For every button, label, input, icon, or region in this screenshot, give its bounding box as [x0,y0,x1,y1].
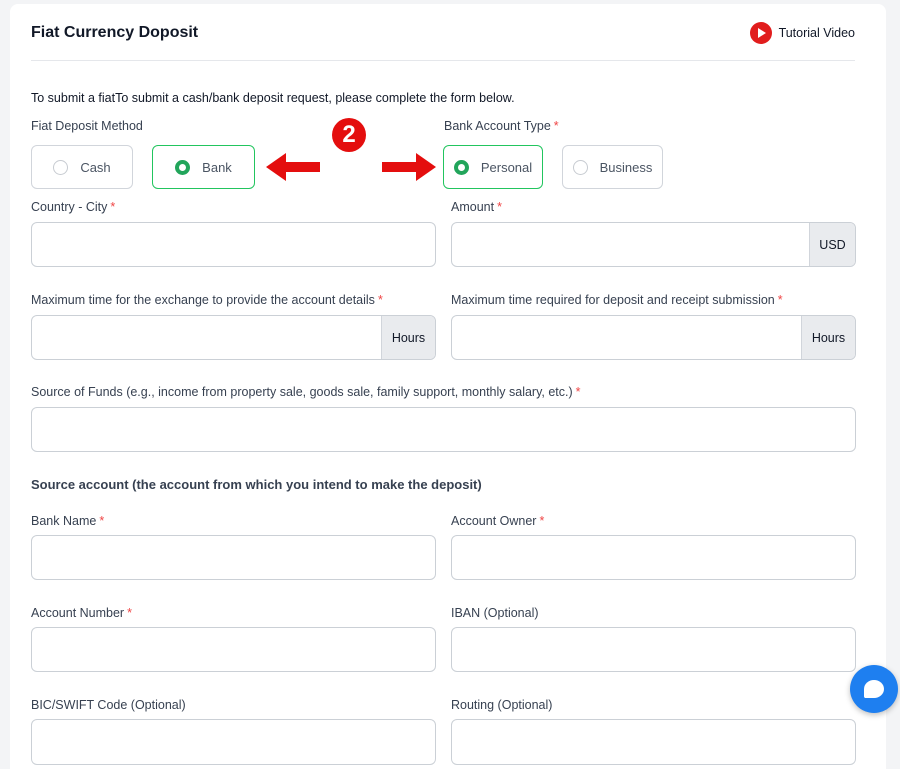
account-number-label: Account Number * [31,606,132,620]
source-of-funds-field[interactable] [31,407,856,452]
routing-label: Routing (Optional) [451,698,553,712]
required-mark: * [127,606,132,620]
deposit-time-suffix: Hours [801,316,855,359]
arrow-left-icon [266,153,320,181]
account-number-input[interactable] [32,628,435,671]
card-header: Fiat Currency Doposit Tutorial Video [31,4,855,61]
radio-dot-icon [53,159,69,175]
required-mark: * [539,514,545,528]
radio-dot-icon [453,159,469,175]
exchange-time-suffix: Hours [381,316,435,359]
arrow-right-icon [382,153,436,181]
required-mark: * [575,385,581,399]
country-city-label: Country - City * [31,200,115,214]
exchange-time-label: Maximum time for the exchange to provide… [31,293,383,307]
amount-field[interactable]: USD [451,222,856,267]
iban-field[interactable] [451,627,856,672]
account-owner-field[interactable] [451,535,856,580]
required-mark: * [377,293,383,307]
exchange-time-input[interactable] [32,316,381,359]
chat-bubble-icon [864,680,884,698]
deposit-time-label-text: Maximum time required for deposit and re… [451,293,775,307]
page-title: Fiat Currency Doposit [31,24,199,41]
account-type-label: Bank Account Type * [444,119,559,133]
country-city-field[interactable] [31,222,436,267]
account-number-label-text: Account Number [31,606,125,620]
exchange-time-label-text: Maximum time for the exchange to provide… [31,293,375,307]
tutorial-video-link[interactable]: Tutorial Video [749,22,855,44]
radio-personal-label: Personal [480,159,533,175]
source-of-funds-label: Source of Funds (e.g., income from prope… [31,385,581,399]
country-city-label-text: Country - City [31,200,108,214]
tutorial-video-label: Tutorial Video [778,26,855,40]
routing-input[interactable] [452,720,855,764]
radio-cash-label: Cash [80,159,111,175]
deposit-method-label: Fiat Deposit Method [31,119,143,133]
radio-bank[interactable]: Bank [152,145,255,189]
account-number-field[interactable] [31,627,436,672]
chat-button[interactable] [850,665,898,713]
bic-swift-input[interactable] [32,720,435,764]
deposit-time-label: Maximum time required for deposit and re… [451,293,783,307]
amount-input[interactable] [452,223,809,266]
source-of-funds-input[interactable] [32,408,855,451]
source-account-title: Source account (the account from which y… [31,477,482,492]
required-mark: * [553,119,559,133]
step-badge: 2 [332,118,366,152]
deposit-time-input[interactable] [452,316,801,359]
radio-dot-icon [175,159,191,175]
amount-label-text: Amount [451,200,495,214]
form-intro: To submit a fiatTo submit a cash/bank de… [31,91,515,105]
account-owner-input[interactable] [452,536,855,579]
iban-label: IBAN (Optional) [451,606,539,620]
amount-label: Amount * [451,200,502,214]
bank-name-label-text: Bank Name [31,514,97,528]
source-of-funds-label-text: Source of Funds (e.g., income from prope… [31,385,573,399]
required-mark: * [99,514,105,528]
radio-personal[interactable]: Personal [443,145,543,189]
radio-dot-icon [572,159,588,175]
radio-business-label: Business [599,159,653,175]
bic-swift-field[interactable] [31,719,436,765]
radio-business[interactable]: Business [562,145,663,189]
bank-name-label: Bank Name * [31,514,104,528]
play-circle-icon [749,22,772,44]
country-city-input[interactable] [32,223,435,266]
account-type-label-text: Bank Account Type [444,119,551,133]
deposit-time-field[interactable]: Hours [451,315,856,360]
account-owner-label-text: Account Owner [451,514,537,528]
required-mark: * [777,293,783,307]
radio-bank-label: Bank [202,159,232,175]
iban-input[interactable] [452,628,855,671]
bank-name-field[interactable] [31,535,436,580]
routing-field[interactable] [451,719,856,765]
required-mark: * [497,200,502,214]
required-mark: * [110,200,116,214]
amount-currency-suffix: USD [809,223,855,266]
radio-cash[interactable]: Cash [31,145,133,189]
bic-swift-label: BIC/SWIFT Code (Optional) [31,698,186,712]
account-owner-label: Account Owner * [451,514,544,528]
bank-name-input[interactable] [32,536,435,579]
exchange-time-field[interactable]: Hours [31,315,436,360]
